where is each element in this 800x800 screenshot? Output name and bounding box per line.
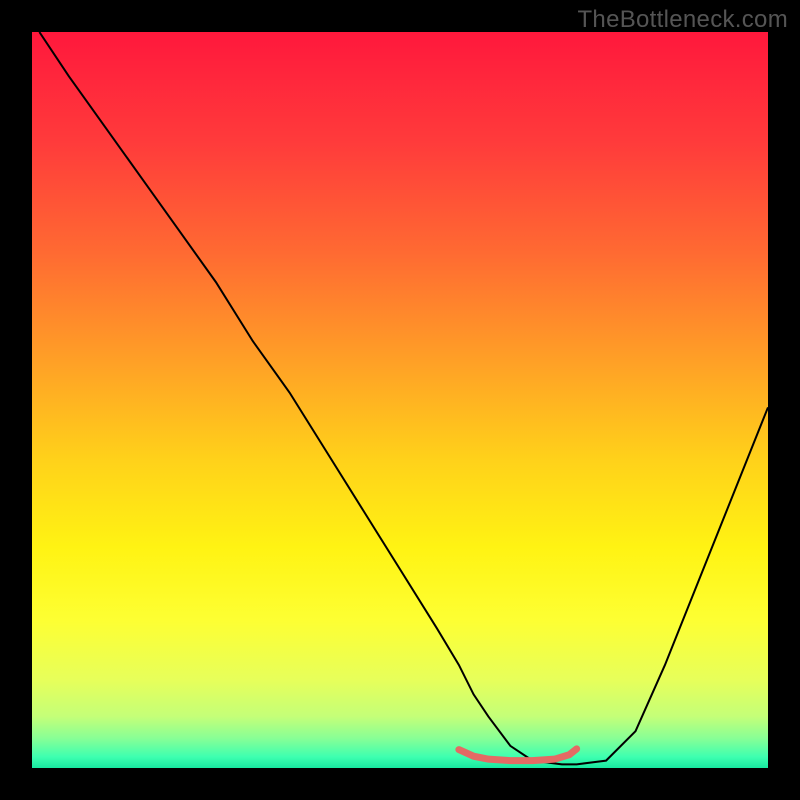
watermark-text: TheBottleneck.com [577, 6, 788, 34]
chart-frame [32, 32, 768, 768]
chart-background [32, 32, 768, 768]
chart-svg [32, 32, 768, 768]
